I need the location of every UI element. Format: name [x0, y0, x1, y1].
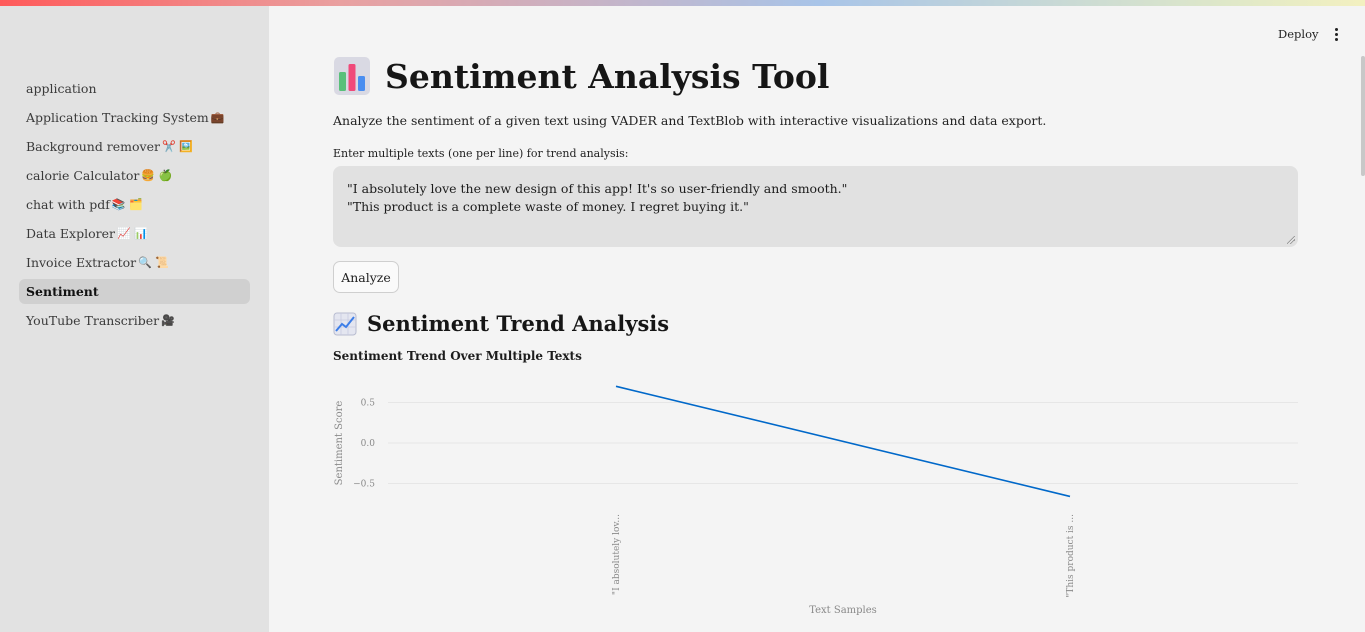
sidebar-item-label: YouTube Transcriber	[26, 313, 160, 328]
title-row: Sentiment Analysis Tool	[333, 56, 829, 96]
x-tick-label: "This product is ...	[1066, 514, 1076, 598]
sidebar-item-emoji-icon: 📚 🗂️	[111, 198, 143, 211]
sidebar-item-emoji-icon: 📈 📊	[116, 227, 148, 240]
data-point	[614, 384, 618, 388]
sidebar-item[interactable]: Data Explorer 📈 📊	[19, 221, 250, 246]
section-title: Sentiment Trend Analysis	[367, 311, 670, 336]
textarea-line: "This product is a complete waste of mon…	[347, 199, 749, 214]
sentiment-trend-chart[interactable]: 0.5 0.0 −0.5 Sentiment Score "I absolutely l…	[333, 370, 1298, 632]
sidebar-item[interactable]: Application Tracking System 💼	[19, 105, 250, 130]
textarea-line: "I absolutely love the new design of thi…	[347, 181, 848, 196]
sidebar-item-label: calorie Calculator	[26, 168, 140, 183]
texts-textarea[interactable]: "I absolutely love the new design of thi…	[333, 166, 1298, 247]
bar-chart-icon	[334, 57, 370, 95]
sidebar-item[interactable]: Sentiment	[19, 279, 250, 304]
page-description: Analyze the sentiment of a given text us…	[333, 113, 1047, 128]
sidebar-nav: application Application Tracking System 💼 B…	[19, 76, 250, 337]
sidebar-item-label: chat with pdf	[26, 197, 110, 212]
section-header: Sentiment Trend Analysis	[333, 311, 669, 336]
page-title: Sentiment Analysis Tool	[385, 56, 830, 96]
y-axis-label: Sentiment Score	[334, 401, 345, 486]
sidebar-item-label: Background remover	[26, 139, 160, 154]
resize-handle-icon[interactable]	[1287, 236, 1295, 244]
trend-chart-icon	[333, 312, 357, 335]
deploy-button[interactable]: Deploy	[1278, 27, 1319, 41]
sidebar-item[interactable]: YouTube Transcriber 🎥	[19, 308, 250, 333]
sidebar: application Application Tracking System 💼 B…	[0, 6, 269, 632]
sidebar-item-label: Sentiment	[26, 284, 99, 299]
sidebar-item-emoji-icon: 🍔 🍏	[141, 169, 173, 182]
x-axis-label: Text Samples	[809, 605, 877, 616]
page-scrollbar[interactable]	[1361, 56, 1365, 176]
sidebar-item[interactable]: calorie Calculator 🍔 🍏	[19, 163, 250, 188]
sidebar-item-label: application	[26, 81, 97, 96]
sidebar-item[interactable]: Background remover ✂️ 🖼️	[19, 134, 250, 159]
sidebar-item-emoji-icon: 🎥	[161, 314, 175, 327]
sidebar-item-label: Data Explorer	[26, 226, 115, 241]
sidebar-item-emoji-icon: 💼	[210, 111, 225, 124]
y-tick-label: −0.5	[353, 480, 375, 490]
y-tick-label: 0.0	[361, 439, 376, 449]
kebab-menu-icon[interactable]	[1329, 26, 1343, 42]
sidebar-item-label: Invoice Extractor	[26, 255, 137, 270]
sidebar-item-emoji-icon: ✂️ 🖼️	[161, 140, 193, 153]
y-tick-label: 0.5	[361, 399, 376, 409]
sidebar-item[interactable]: Invoice Extractor 🔍 📜	[19, 250, 250, 275]
analyze-button[interactable]: Analyze	[333, 261, 399, 293]
x-tick-label: "I absolutely lov...	[612, 514, 622, 595]
sidebar-item[interactable]: application	[19, 76, 250, 101]
sidebar-item-label: Application Tracking System	[26, 110, 209, 125]
sidebar-item-emoji-icon: 🔍 📜	[138, 256, 169, 269]
data-point	[1068, 494, 1072, 498]
sidebar-item[interactable]: chat with pdf 📚 🗂️	[19, 192, 250, 217]
chart-title: Sentiment Trend Over Multiple Texts	[333, 349, 582, 363]
textarea-label: Enter multiple texts (one per line) for …	[333, 147, 629, 160]
